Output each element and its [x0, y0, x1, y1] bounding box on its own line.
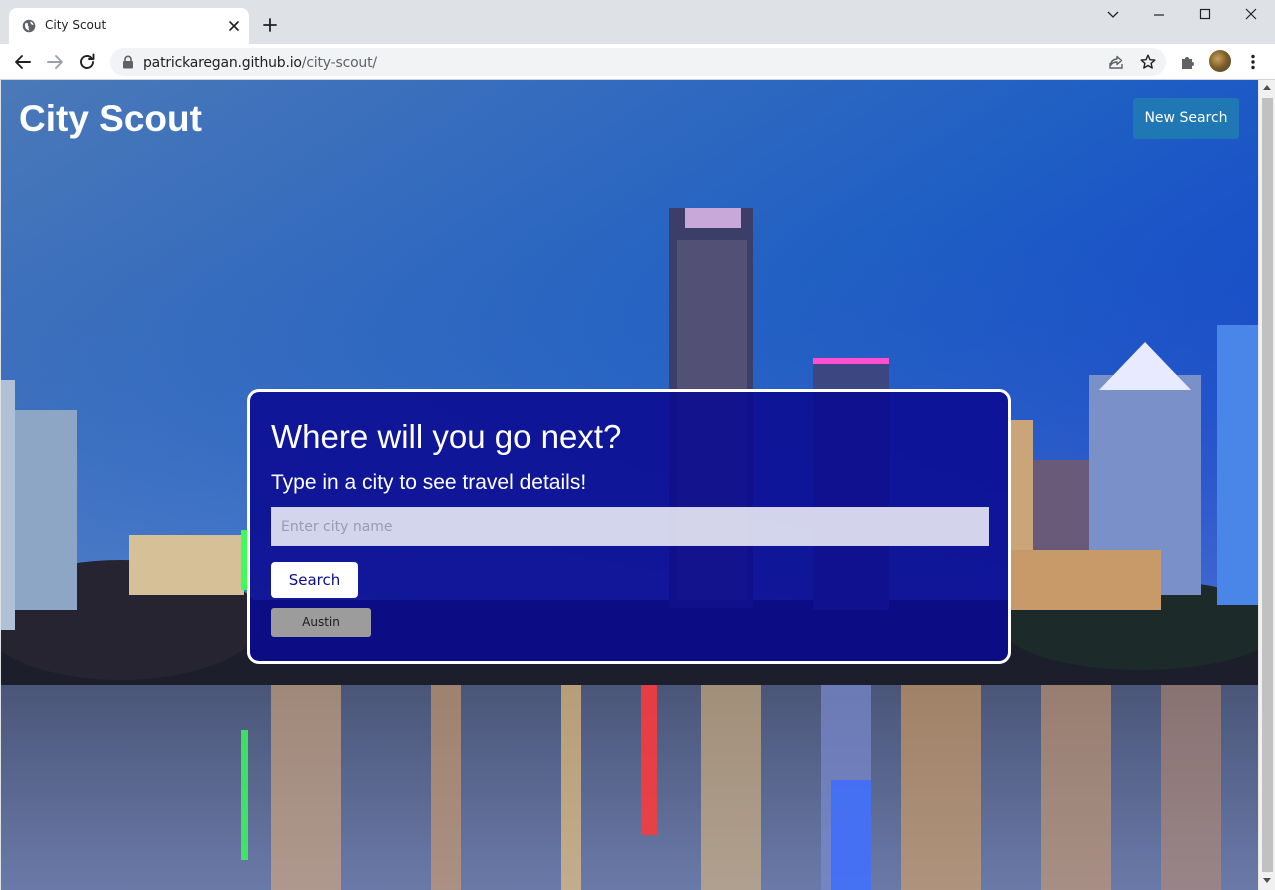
new-search-button[interactable]: New Search — [1133, 98, 1239, 139]
page-viewport: City Scout New Search Where will you go … — [1, 80, 1258, 890]
share-icon[interactable] — [1107, 53, 1125, 71]
tab-strip: City Scout — [0, 0, 1275, 44]
url-text[interactable]: patrickaregan.github.io/city-scout/ — [143, 55, 377, 71]
scroll-thumb[interactable] — [1262, 98, 1273, 872]
browser-tab[interactable]: City Scout — [9, 8, 249, 44]
site-title: City Scout — [19, 98, 202, 139]
card-subheading: Type in a city to see travel details! — [271, 471, 587, 494]
puzzle-icon[interactable] — [1178, 52, 1198, 72]
arrow-right-icon[interactable] — [44, 51, 66, 73]
lock-icon[interactable] — [122, 55, 134, 69]
star-icon[interactable] — [1139, 53, 1157, 71]
scroll-down-arrow-icon[interactable] — [1263, 878, 1271, 883]
avatar[interactable] — [1209, 50, 1231, 72]
search-card: Where will you go next? Type in a city t… — [247, 389, 1011, 664]
chevron-down-icon[interactable] — [1103, 4, 1123, 24]
url-path: /city-scout/ — [301, 55, 377, 71]
city-search-input[interactable] — [271, 507, 989, 546]
close-icon[interactable] — [225, 17, 243, 35]
address-bar[interactable]: patrickaregan.github.io/city-scout/ — [110, 48, 1166, 76]
page-scrollbar[interactable] — [1258, 80, 1275, 890]
tab-title: City Scout — [45, 18, 107, 32]
search-button[interactable]: Search — [271, 562, 358, 598]
browser-chrome: City Scout patrickaregan.github.io/city-… — [0, 0, 1275, 80]
minimize-icon[interactable] — [1149, 4, 1169, 24]
arrow-left-icon[interactable] — [12, 51, 34, 73]
plus-icon[interactable] — [260, 15, 280, 35]
history-city-button[interactable]: Austin — [271, 608, 371, 637]
maximize-icon[interactable] — [1195, 4, 1215, 24]
window-close-icon[interactable] — [1241, 4, 1261, 24]
globe-icon — [22, 19, 36, 33]
url-host: patrickaregan.github.io — [143, 55, 302, 71]
kebab-menu-icon[interactable] — [1243, 52, 1263, 72]
browser-toolbar: patrickaregan.github.io/city-scout/ — [0, 44, 1275, 80]
reload-icon[interactable] — [76, 51, 98, 73]
scroll-up-arrow-icon[interactable] — [1263, 85, 1271, 90]
card-heading: Where will you go next? — [271, 418, 622, 455]
